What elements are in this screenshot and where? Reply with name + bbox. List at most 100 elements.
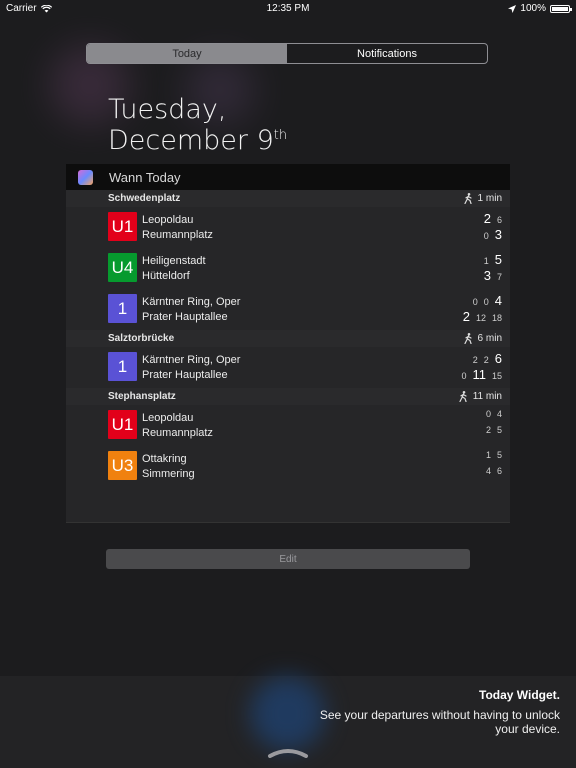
departure-minute: 0 [483, 231, 489, 241]
departure-minute: 2 [485, 425, 491, 435]
departure-minutes: 04 [486, 409, 502, 419]
line-badge: 1 [108, 352, 137, 381]
departure-minute: 2 [472, 355, 478, 365]
line-destination: Hütteldorf [142, 270, 190, 282]
stop-header: Schwedenplatz 1 min [66, 190, 510, 207]
walk-time-label: 1 min [477, 193, 502, 204]
departure-minutes: 46 [486, 466, 502, 476]
departure-minutes: 004 [473, 293, 502, 308]
walk-time: 6 min [463, 333, 502, 344]
departure-minute: 5 [494, 252, 502, 267]
walk-time-label: 11 min [472, 391, 502, 402]
battery-fill [552, 6, 568, 11]
departure-minutes: 0 11 15 [461, 367, 502, 382]
departure-minute: 0 [472, 297, 478, 307]
departure-minutes: 15 [484, 252, 502, 267]
departure-minute: 0 [461, 371, 467, 381]
line-destination: Leopoldau [142, 214, 194, 226]
departure-minute: 11 [472, 367, 486, 382]
date-month-day-line: December 9th [108, 125, 287, 156]
wann-today-widget: Wann Today Schwedenplatz 1 min U1 Leopoldau… [66, 164, 510, 523]
status-right-group: 100% [508, 3, 572, 14]
widget-footer [66, 487, 510, 523]
line-destination: Kärntner Ring, Oper [142, 296, 241, 308]
stop-departures: U1 Leopoldau Reumannplatz 0 4 2 5 U3 Ottakring Si… [66, 405, 510, 487]
line-destination: Simmering [142, 468, 195, 480]
walk-time: 11 min [459, 391, 502, 402]
promo-banner: Today Widget. See your departures withou… [0, 676, 576, 768]
line-destination: Reumannplatz [142, 229, 213, 241]
departure-minute: 0 [485, 409, 491, 419]
line-badge: U1 [108, 410, 137, 439]
stops-list: Schwedenplatz 1 min U1 Leopoldau Reumannplat… [66, 190, 510, 487]
widget-title: Wann Today [109, 169, 181, 185]
departure-minute: 2 [483, 355, 489, 365]
line-destination: Prater Hauptallee [142, 369, 228, 381]
departure-minute: 7 [496, 272, 502, 282]
departure-minutes: 226 [473, 351, 502, 366]
status-time: 12:35 PM [266, 3, 310, 14]
line-badge: U4 [108, 253, 137, 282]
walking-person-icon [459, 391, 467, 402]
widget-header[interactable]: Wann Today [66, 164, 510, 190]
departure-minute: 0 [483, 297, 489, 307]
wann-app-icon [78, 169, 93, 185]
walk-time: 1 min [463, 193, 502, 204]
stop-name: Stephansplatz [108, 391, 176, 402]
line-row[interactable]: U1 Leopoldau Reumannplatz 2 6 0 3 [66, 207, 510, 248]
line-badge: 1 [108, 294, 137, 323]
stop-header: Stephansplatz 11 min [66, 388, 510, 405]
departure-minute: 5 [496, 425, 502, 435]
banner-text: See your departures without having to un… [319, 708, 560, 736]
line-destination: Ottakring [142, 453, 187, 465]
status-bar: Carrier 12:35 PM 100% [0, 0, 576, 18]
chevron-up-grabber-icon[interactable] [266, 746, 310, 758]
stop-header: Salztorbrücke 6 min [66, 330, 510, 347]
date-month-day: December 9 [108, 125, 274, 156]
departure-minute: 1 [483, 256, 489, 266]
departure-minute: 15 [491, 371, 502, 381]
departure-minute: 3 [494, 227, 502, 242]
departure-minute: 3 [483, 268, 491, 283]
departure-minutes: 37 [484, 268, 502, 283]
line-row[interactable]: U4 Heiligenstadt Hütteldorf 1 5 3 7 [66, 248, 510, 289]
departure-minute: 6 [494, 351, 502, 366]
departure-minute: 2 [462, 309, 470, 324]
date-weekday: Tuesday, [108, 94, 227, 125]
departure-minute: 5 [496, 450, 502, 460]
walking-person-icon [463, 333, 472, 344]
line-destination: Leopoldau [142, 412, 194, 424]
stop-departures: U1 Leopoldau Reumannplatz 2 6 0 3 U4 Heiligensta… [66, 207, 510, 330]
line-destination: Prater Hauptallee [142, 311, 228, 323]
walk-time-label: 6 min [477, 333, 502, 344]
line-destination: Reumannplatz [142, 427, 213, 439]
line-row[interactable]: U3 Ottakring Simmering 1 5 4 6 [66, 446, 510, 487]
line-destination: Heiligenstadt [142, 255, 206, 267]
line-row[interactable]: 1 Kärntner Ring, Oper Prater Hauptallee 2 2 6… [66, 347, 510, 388]
line-badge: U3 [108, 451, 137, 480]
departure-minutes: 15 [486, 450, 502, 460]
battery-icon [550, 4, 572, 13]
edit-button[interactable]: Edit [106, 549, 470, 569]
line-badge: U1 [108, 212, 137, 241]
location-arrow-icon [508, 4, 517, 13]
line-row[interactable]: 1 Kärntner Ring, Oper Prater Hauptallee 0 0 4… [66, 289, 510, 330]
departure-minutes: 2 12 18 [463, 309, 502, 324]
stop-name: Schwedenplatz [108, 193, 181, 204]
departure-minute: 4 [494, 293, 502, 308]
date-ordinal-suffix: th [273, 128, 288, 143]
departure-minute: 1 [485, 450, 491, 460]
departure-minute: 6 [496, 215, 502, 225]
walking-person-icon [463, 193, 472, 204]
banner-title: Today Widget. [479, 688, 560, 702]
tab-today[interactable]: Today [87, 44, 287, 63]
stop-name: Salztorbrücke [108, 333, 175, 344]
tab-notifications[interactable]: Notifications [287, 44, 487, 63]
departure-minutes: 03 [484, 227, 502, 242]
departure-minute: 4 [496, 409, 502, 419]
departure-minute: 12 [475, 313, 486, 323]
departure-minute: 18 [491, 313, 502, 323]
line-row[interactable]: U1 Leopoldau Reumannplatz 0 4 2 5 [66, 405, 510, 446]
departure-minute: 2 [483, 211, 491, 226]
stop-departures: 1 Kärntner Ring, Oper Prater Hauptallee 2 2 6… [66, 347, 510, 388]
